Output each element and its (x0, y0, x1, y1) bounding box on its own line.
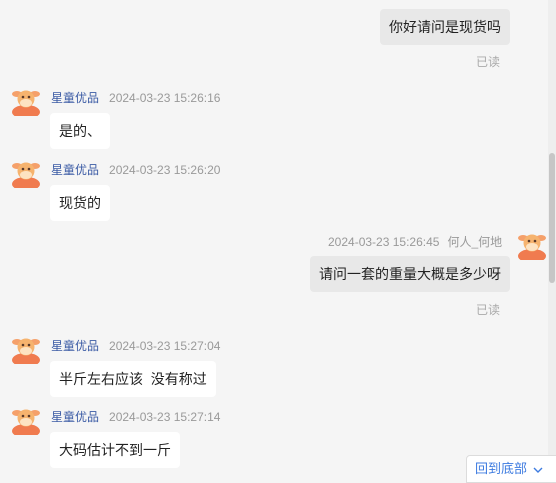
message-bubble: 现货的 (50, 185, 110, 221)
sender-name[interactable]: 星童优品 (51, 163, 99, 177)
timestamp: 2024-03-23 15:26:45 (328, 235, 440, 249)
message-bubble: 是的、 (50, 113, 110, 149)
message-bubble: 请问一套的重量大概是多少呀 (310, 256, 510, 292)
read-receipt: 已读 (476, 303, 501, 317)
message-bubble: 半斤左右应该 没有称过 (50, 361, 216, 397)
avatar[interactable] (11, 334, 41, 364)
read-receipt: 已读 (476, 55, 501, 69)
avatar[interactable] (11, 405, 41, 435)
message-meta: 星童优品 2024-03-23 15:26:20 (51, 161, 220, 178)
sender-name[interactable]: 何人_何地 (447, 235, 502, 249)
sender-name[interactable]: 星童优品 (51, 91, 99, 105)
scrollbar-thumb[interactable] (549, 153, 555, 283)
message-meta: 2024-03-23 15:26:45 何人_何地 (328, 233, 502, 250)
back-to-bottom-label: 回到底部 (475, 461, 528, 476)
timestamp: 2024-03-23 15:26:20 (109, 163, 221, 177)
message-meta: 星童优品 2024-03-23 15:27:04 (51, 337, 220, 354)
timestamp: 2024-03-23 15:27:14 (109, 410, 221, 424)
message-meta: 星童优品 2024-03-23 15:27:14 (51, 408, 220, 425)
timestamp: 2024-03-23 15:27:04 (109, 339, 221, 353)
back-to-bottom-button[interactable]: 回到底部 (466, 455, 556, 483)
sender-name[interactable]: 星童优品 (51, 410, 99, 424)
message-meta: 星童优品 2024-03-23 15:26:16 (51, 89, 220, 106)
chat-message-list[interactable]: 你好请问是现货吗 已读 星童优品 2024-03-23 15:26:16 是的、 … (0, 0, 548, 476)
avatar[interactable] (11, 86, 41, 116)
chevron-down-icon (533, 467, 543, 473)
avatar[interactable] (517, 230, 547, 260)
message-bubble: 大码估计不到一斤 (50, 432, 180, 468)
avatar[interactable] (11, 158, 41, 188)
message-bubble: 你好请问是现货吗 (380, 9, 510, 45)
sender-name[interactable]: 星童优品 (51, 339, 99, 353)
timestamp: 2024-03-23 15:26:16 (109, 91, 221, 105)
